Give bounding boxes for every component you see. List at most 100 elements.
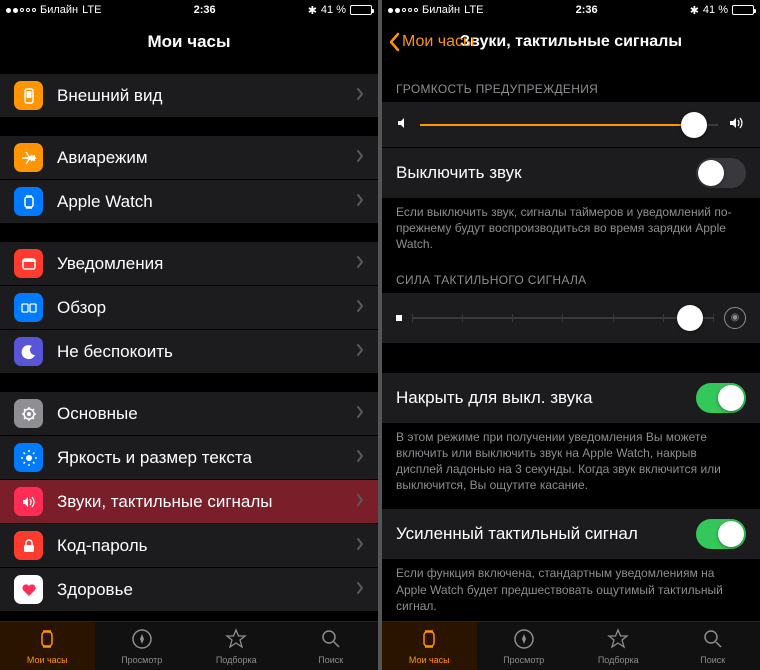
tab-featured[interactable]: Подборка bbox=[189, 622, 284, 670]
tab-label: Подборка bbox=[598, 655, 639, 665]
tab-watch[interactable]: Мои часы bbox=[0, 622, 95, 670]
health-icon bbox=[14, 575, 43, 604]
carrier-label: Билайн bbox=[422, 4, 460, 16]
settings-row[interactable]: Основные bbox=[0, 392, 378, 436]
settings-list[interactable]: Внешний вид Авиарежим Apple Watch Уведомлен… bbox=[0, 64, 378, 621]
bluetooth-icon: ✱ bbox=[690, 4, 699, 17]
volume-slider-row bbox=[382, 102, 760, 147]
cover-footer: В этом режиме при получении уведомления … bbox=[382, 423, 760, 496]
notifications-icon bbox=[14, 249, 43, 278]
row-label: Звуки, тактильные сигналы bbox=[57, 492, 273, 512]
nav-bar: Мои часы Звуки, тактильные сигналы bbox=[382, 20, 760, 64]
row-label: Здоровье bbox=[57, 580, 133, 600]
chevron-right-icon bbox=[356, 148, 364, 168]
tab-bar: Мои часы Просмотр Подборка Поиск bbox=[382, 621, 760, 670]
cover-label: Накрыть для выкл. звука bbox=[396, 388, 592, 408]
settings-row[interactable]: Здоровье bbox=[0, 568, 378, 612]
clock: 2:36 bbox=[576, 4, 598, 16]
browse-tab-icon bbox=[130, 627, 154, 653]
chevron-right-icon bbox=[356, 404, 364, 424]
chevron-right-icon bbox=[356, 86, 364, 106]
phone-left: Билайн LTE 2:36 ✱ 41 % Мои часы Внешний … bbox=[0, 0, 378, 670]
featured-tab-icon bbox=[224, 627, 248, 653]
tab-browse[interactable]: Просмотр bbox=[95, 622, 190, 670]
chevron-right-icon bbox=[356, 536, 364, 556]
chevron-right-icon bbox=[356, 492, 364, 512]
tab-label: Просмотр bbox=[121, 655, 162, 665]
settings-row[interactable]: Уведомления bbox=[0, 242, 378, 286]
network-label: LTE bbox=[82, 4, 101, 16]
prominent-toggle[interactable] bbox=[696, 519, 746, 549]
row-label: Apple Watch bbox=[57, 192, 153, 212]
tab-browse[interactable]: Просмотр bbox=[477, 622, 572, 670]
signal-dots bbox=[6, 8, 36, 13]
row-label: Основные bbox=[57, 404, 138, 424]
watch-tab-icon bbox=[35, 627, 59, 653]
battery-pct: 41 % bbox=[321, 4, 346, 16]
settings-row[interactable]: Внешний вид bbox=[0, 74, 378, 118]
sounds-icon bbox=[14, 487, 43, 516]
search-tab-icon bbox=[701, 627, 725, 653]
clock: 2:36 bbox=[194, 4, 216, 16]
status-bar: Билайн LTE 2:36 ✱ 41 % bbox=[0, 0, 378, 20]
chevron-right-icon bbox=[356, 580, 364, 600]
carrier-label: Билайн bbox=[40, 4, 78, 16]
tab-label: Мои часы bbox=[409, 655, 450, 665]
settings-row[interactable]: Авиарежим bbox=[0, 136, 378, 180]
tab-label: Поиск bbox=[700, 655, 725, 665]
network-label: LTE bbox=[464, 4, 483, 16]
tab-label: Просмотр bbox=[503, 655, 544, 665]
haptic-slider[interactable] bbox=[412, 317, 714, 319]
tab-watch[interactable]: Мои часы bbox=[382, 622, 477, 670]
row-label: Не беспокоить bbox=[57, 342, 173, 362]
tab-search[interactable]: Поиск bbox=[284, 622, 379, 670]
row-label: Авиарежим bbox=[57, 148, 148, 168]
settings-row[interactable]: Обзор bbox=[0, 286, 378, 330]
volume-slider[interactable] bbox=[420, 124, 718, 126]
tab-search[interactable]: Поиск bbox=[666, 622, 760, 670]
row-label: Обзор bbox=[57, 298, 106, 318]
back-button[interactable]: Мои часы bbox=[388, 32, 475, 52]
mute-row: Выключить звук bbox=[382, 147, 760, 198]
settings-row[interactable]: Код-пароль bbox=[0, 524, 378, 568]
prominent-row: Усиленный тактильный сигнал bbox=[382, 509, 760, 559]
tab-featured[interactable]: Подборка bbox=[571, 622, 666, 670]
mute-toggle[interactable] bbox=[696, 158, 746, 188]
tab-bar: Мои часы Просмотр Подборка Поиск bbox=[0, 621, 378, 670]
chevron-right-icon bbox=[356, 192, 364, 212]
general-icon bbox=[14, 399, 43, 428]
chevron-right-icon bbox=[356, 342, 364, 362]
cover-row: Накрыть для выкл. звука bbox=[382, 373, 760, 423]
passcode-icon bbox=[14, 531, 43, 560]
dnd-icon bbox=[14, 337, 43, 366]
phone-right: Билайн LTE 2:36 ✱ 41 % Мои часы Звуки, т… bbox=[382, 0, 760, 670]
sounds-settings[interactable]: ГРОМКОСТЬ ПРЕДУПРЕЖДЕНИЯ Выключить звук … bbox=[382, 64, 760, 621]
status-bar: Билайн LTE 2:36 ✱ 41 % bbox=[382, 0, 760, 20]
prominent-footer: Если функция включена, стандартным уведо… bbox=[382, 559, 760, 616]
mute-footer: Если выключить звук, сигналы таймеров и … bbox=[382, 198, 760, 255]
apple-watch-icon bbox=[14, 187, 43, 216]
page-title: Мои часы bbox=[147, 32, 230, 52]
cover-toggle[interactable] bbox=[696, 383, 746, 413]
settings-row[interactable]: Apple Watch bbox=[0, 180, 378, 224]
tab-label: Подборка bbox=[216, 655, 257, 665]
volume-low-icon bbox=[396, 116, 410, 133]
settings-row[interactable]: Звуки, тактильные сигналы bbox=[0, 480, 378, 524]
row-label: Яркость и размер текста bbox=[57, 448, 252, 468]
prominent-label: Усиленный тактильный сигнал bbox=[396, 524, 638, 544]
haptic-max-icon: ◉ bbox=[724, 307, 746, 329]
mute-label: Выключить звук bbox=[396, 163, 522, 183]
volume-header: ГРОМКОСТЬ ПРЕДУПРЕЖДЕНИЯ bbox=[382, 64, 760, 102]
battery-icon bbox=[350, 5, 372, 15]
search-tab-icon bbox=[319, 627, 343, 653]
watch-tab-icon bbox=[417, 627, 441, 653]
battery-icon bbox=[732, 5, 754, 15]
haptic-header: СИЛА ТАКТИЛЬНОГО СИГНАЛА bbox=[382, 255, 760, 293]
settings-row[interactable]: Не беспокоить bbox=[0, 330, 378, 374]
nav-bar: Мои часы bbox=[0, 20, 378, 64]
bluetooth-icon: ✱ bbox=[308, 4, 317, 17]
page-title: Звуки, тактильные сигналы bbox=[460, 33, 682, 51]
chevron-right-icon bbox=[356, 254, 364, 274]
settings-row[interactable]: Яркость и размер текста bbox=[0, 436, 378, 480]
chevron-right-icon bbox=[356, 448, 364, 468]
